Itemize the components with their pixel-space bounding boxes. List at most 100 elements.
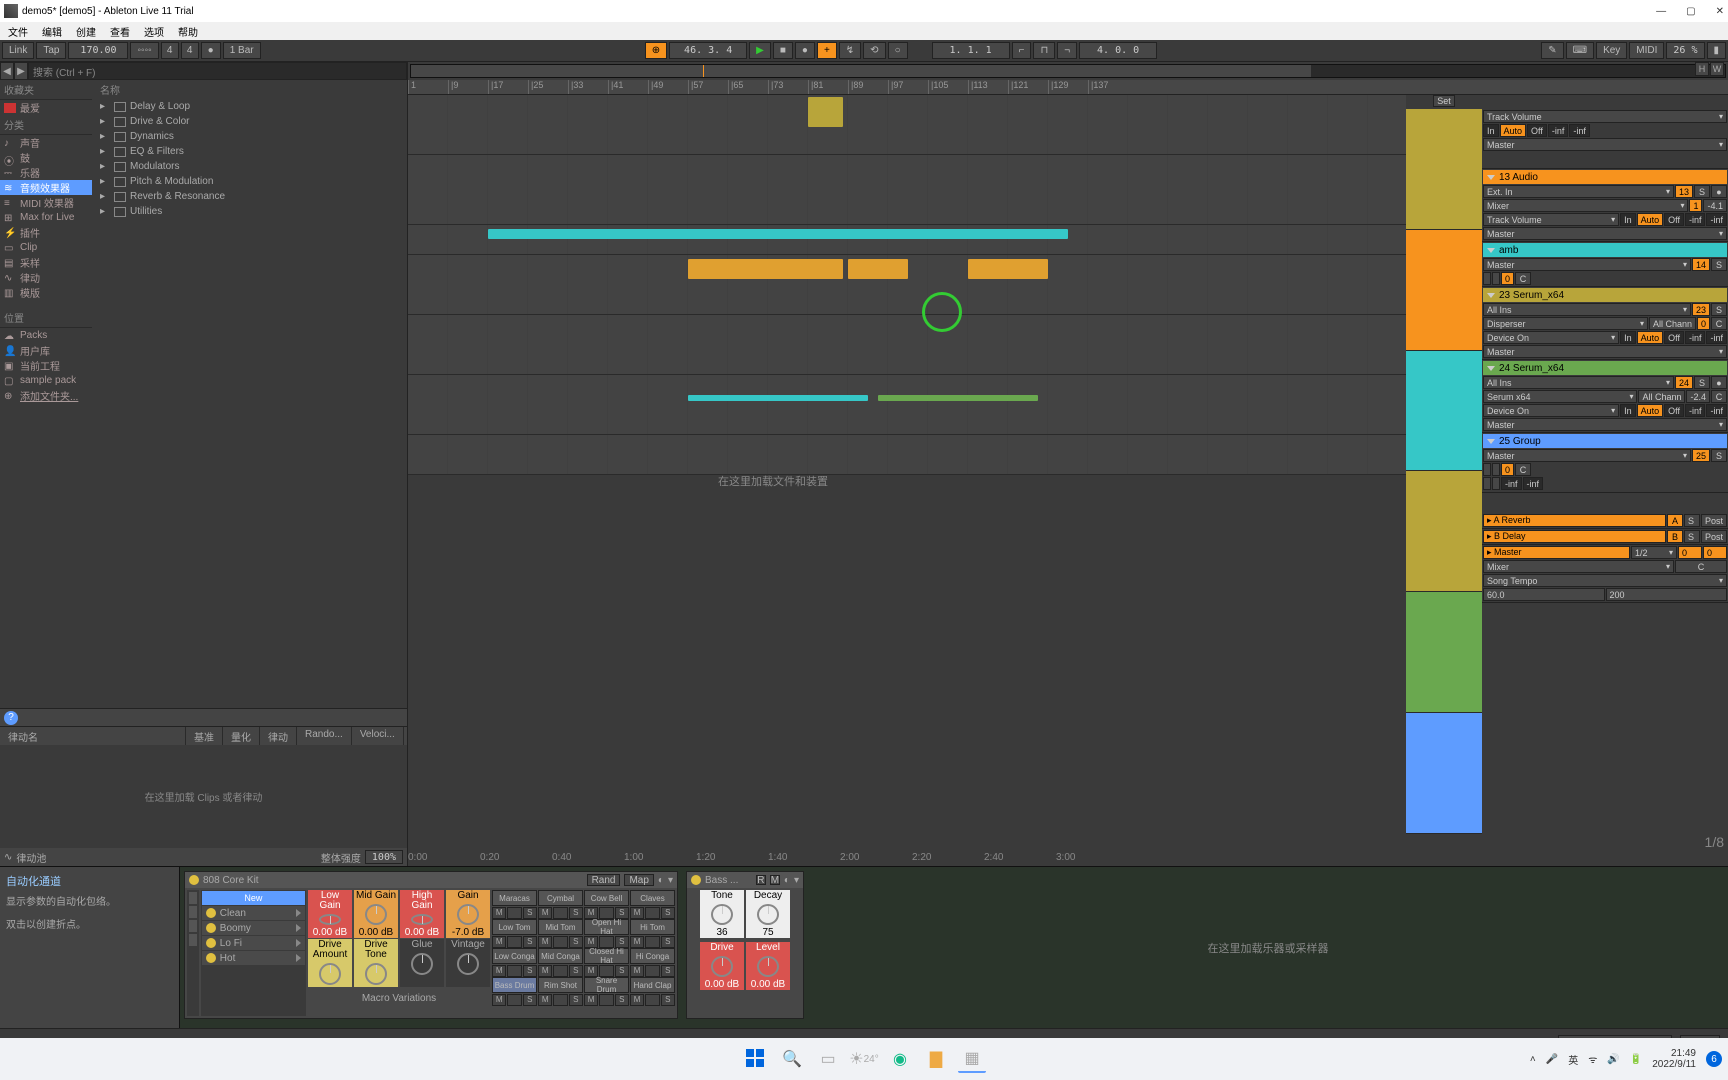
search-icon[interactable]: 🔍 [778, 1045, 806, 1073]
mixer-cell[interactable]: C [1711, 317, 1727, 330]
tempo-field[interactable]: 170.00 [68, 42, 128, 59]
beat-ruler[interactable]: 1|9|17|25|33|41|49|57|65|73|81|89|97|105… [408, 80, 1728, 95]
macro-knob[interactable]: High Gain0.00 dB [400, 890, 444, 938]
drive-knob[interactable]: Drive0.00 dB [700, 942, 744, 990]
pad-ms-button[interactable]: M [492, 965, 506, 977]
save-icon[interactable]: ▾ [794, 875, 799, 886]
mixer-cell[interactable]: 13 [1675, 185, 1693, 198]
mixer-cell[interactable]: Disperser [1483, 317, 1648, 330]
mixer-cell[interactable]: Mixer [1483, 199, 1688, 212]
pad-ms-button[interactable]: M [630, 936, 644, 948]
mixer-cell[interactable]: Serum x64 [1483, 390, 1637, 403]
new-chain[interactable]: New [202, 891, 305, 905]
cat-instruments[interactable]: ⎓乐器 [0, 165, 92, 180]
track-name[interactable]: amb [1483, 243, 1727, 257]
track-lane[interactable] [408, 95, 1406, 155]
track-name[interactable]: 13 Audio [1483, 170, 1727, 184]
drum-pad[interactable]: Hand Clap [630, 977, 675, 993]
pad-ms-button[interactable] [553, 907, 567, 919]
file-item[interactable]: ▸Delay & Loop [92, 99, 407, 114]
capture-button[interactable]: ⟲ [863, 42, 885, 59]
pad-ms-button[interactable]: S [569, 936, 583, 948]
return-name[interactable]: ▸ A Reverb [1483, 514, 1666, 527]
mixer-cell[interactable]: 14 [1692, 258, 1710, 271]
chain-item[interactable]: Clean [202, 906, 305, 920]
nudge-down[interactable]: ◦◦◦◦ [130, 42, 158, 59]
minimize-button[interactable]: — [1656, 6, 1666, 17]
pad-ms-button[interactable] [645, 994, 659, 1006]
set-button[interactable]: Set [1406, 95, 1482, 109]
mixer-cell[interactable] [1492, 477, 1500, 490]
track-lane[interactable] [408, 315, 1406, 375]
mixer-cell[interactable]: 0 [1697, 317, 1710, 330]
weather-widget[interactable]: ☀24° [850, 1045, 878, 1073]
follow-button[interactable]: ⊕ [645, 42, 667, 59]
mixer-cell[interactable]: In [1620, 331, 1636, 344]
cat-favorites[interactable]: 最爱 [0, 100, 92, 115]
drum-pad[interactable]: Bass Drum [492, 977, 537, 993]
mixer-cell[interactable]: Ext. In [1483, 185, 1674, 198]
start-button[interactable] [742, 1045, 770, 1073]
tray-mic-icon[interactable]: 🎤 [1546, 1054, 1558, 1065]
mixer-cell[interactable]: -inf [1706, 331, 1727, 344]
file-item[interactable]: ▸Utilities [92, 204, 407, 219]
metronome-button[interactable]: ● [201, 42, 221, 59]
groove-strength[interactable]: 100% [365, 850, 403, 864]
help-icon[interactable]: ? [4, 711, 18, 725]
stop-button[interactable]: ■ [773, 42, 793, 59]
pad-ms-button[interactable]: M [584, 994, 598, 1006]
mixer-cell[interactable]: Device On [1483, 404, 1619, 417]
mixer-cell[interactable]: -inf [1685, 331, 1706, 344]
edge-icon[interactable]: ◉ [886, 1045, 914, 1073]
mixer-cell[interactable]: Auto [1500, 124, 1527, 137]
drum-pad[interactable]: Hi Tom [630, 919, 675, 935]
search-input[interactable]: 搜索 (Ctrl + F) [28, 62, 407, 80]
mixer-cell[interactable]: Auto [1637, 331, 1664, 344]
pad-ms-button[interactable]: S [615, 994, 629, 1006]
mixer-cell[interactable]: ● [1711, 185, 1727, 198]
pad-ms-button[interactable]: M [630, 994, 644, 1006]
mixer-cell[interactable]: All Ins [1483, 303, 1691, 316]
live-icon[interactable]: ▦ [958, 1045, 986, 1073]
file-item[interactable]: ▸Drive & Color [92, 114, 407, 129]
mixer-cell[interactable]: Device On [1483, 331, 1619, 344]
punch-out[interactable]: ¬ [1057, 42, 1077, 59]
chain-item[interactable]: Hot [202, 951, 305, 965]
cat-plugins[interactable]: ⚡插件 [0, 225, 92, 240]
pad-ms-button[interactable] [645, 965, 659, 977]
macro-knob[interactable]: Gain-7.0 dB [446, 890, 490, 938]
track-header[interactable] [1406, 351, 1482, 472]
cat-templates[interactable]: ▥模版 [0, 285, 92, 300]
rack-hotswap-icon[interactable]: ◐ [658, 875, 664, 886]
file-item[interactable]: ▸Pitch & Modulation [92, 174, 407, 189]
menu-create[interactable]: 创建 [76, 24, 96, 39]
pad-ms-button[interactable] [507, 965, 521, 977]
clip-lane-area[interactable]: 在这里加载文件和装置 [408, 95, 1406, 834]
mixer-cell[interactable]: -inf [1685, 404, 1706, 417]
mixer-cell[interactable] [1492, 463, 1500, 476]
pad-ms-button[interactable]: S [661, 936, 675, 948]
mixer-cell[interactable]: Master [1483, 418, 1727, 431]
groove-drop-area[interactable]: 在这里加载 Clips 或者律动 [0, 745, 407, 848]
mixer-cell[interactable]: All Chann [1638, 390, 1685, 403]
mixer-cell[interactable]: Master [1483, 138, 1727, 151]
cat-midifx[interactable]: ≡MIDI 效果器 [0, 195, 92, 210]
mixer-cell[interactable] [1492, 272, 1500, 285]
drum-pad[interactable]: Low Conga [492, 948, 537, 964]
file-item[interactable]: ▸Reverb & Resonance [92, 189, 407, 204]
track-header[interactable] [1406, 471, 1482, 592]
pad-ms-button[interactable]: M [492, 994, 506, 1006]
pad-ms-button[interactable]: S [569, 994, 583, 1006]
mixer-cell[interactable]: ● [1711, 376, 1727, 389]
pad-ms-button[interactable] [507, 936, 521, 948]
macro-knob[interactable]: Glue [400, 939, 444, 987]
drum-pad[interactable]: Cow Bell [584, 890, 629, 906]
record-button[interactable]: ● [795, 42, 815, 59]
rand-button[interactable]: Rand [587, 874, 621, 886]
mixer-cell[interactable]: In [1483, 124, 1499, 137]
pad-ms-button[interactable] [553, 936, 567, 948]
pad-ms-button[interactable]: M [492, 907, 506, 919]
pad-ms-button[interactable] [553, 994, 567, 1006]
mixer-cell[interactable]: 0 [1501, 272, 1514, 285]
mixer-cell[interactable]: S [1711, 258, 1727, 271]
